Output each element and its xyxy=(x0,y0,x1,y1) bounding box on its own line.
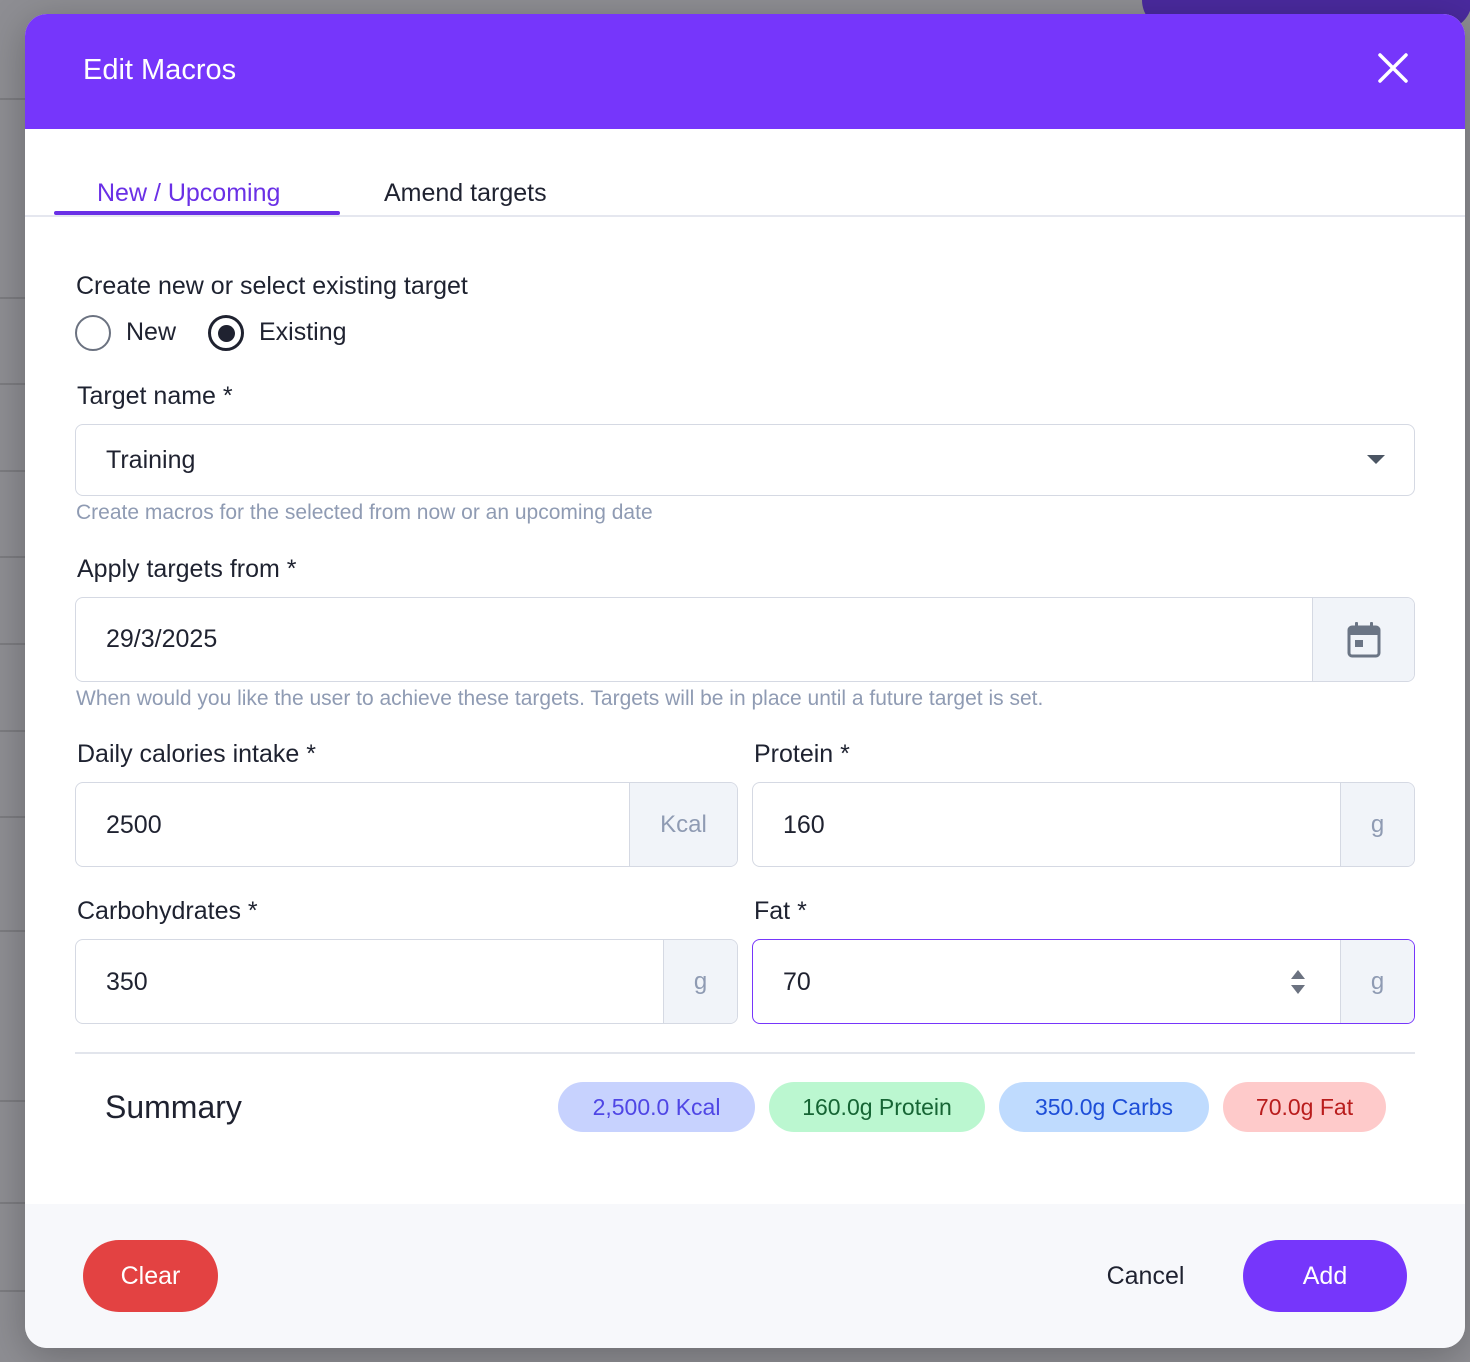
tab-bar: New / Upcoming Amend targets xyxy=(25,129,1465,217)
edit-macros-modal: Edit Macros New / Upcoming Amend targets… xyxy=(25,14,1465,1348)
modal-header: Edit Macros xyxy=(25,14,1465,129)
apply-from-value: 29/3/2025 xyxy=(106,625,218,653)
target-name-value: Training xyxy=(106,446,196,474)
active-tab-indicator xyxy=(54,211,340,215)
clear-button[interactable]: Clear xyxy=(83,1240,218,1312)
protein-summary-chip: 160.0g Protein xyxy=(769,1082,985,1132)
apply-from-date-input[interactable]: 29/3/2025 xyxy=(75,597,1415,682)
apply-from-label: Apply targets from * xyxy=(77,555,297,583)
protein-label: Protein * xyxy=(754,740,850,768)
carbs-unit: g xyxy=(663,940,737,1023)
calories-value: 2500 xyxy=(106,811,162,839)
fat-unit: g xyxy=(1340,940,1414,1023)
tab-amend-targets[interactable]: Amend targets xyxy=(384,179,547,208)
fat-label: Fat * xyxy=(754,897,807,925)
calories-unit: Kcal xyxy=(629,783,737,866)
radio-existing-label[interactable]: Existing xyxy=(259,318,347,347)
radio-existing[interactable] xyxy=(208,315,244,351)
protein-unit: g xyxy=(1340,783,1414,866)
fat-summary-chip: 70.0g Fat xyxy=(1223,1082,1386,1132)
date-picker-button[interactable] xyxy=(1312,598,1414,681)
carbs-input[interactable]: 350 g xyxy=(75,939,738,1024)
calories-input[interactable]: 2500 Kcal xyxy=(75,782,738,867)
close-button[interactable] xyxy=(1375,50,1411,86)
close-icon xyxy=(1378,53,1408,83)
target-name-helper: Create macros for the selected from now … xyxy=(76,501,653,524)
number-spinner-icon[interactable] xyxy=(1289,966,1307,998)
add-button[interactable]: Add xyxy=(1243,1240,1407,1312)
tab-new-upcoming[interactable]: New / Upcoming xyxy=(97,179,280,208)
calories-summary-chip: 2,500.0 Kcal xyxy=(558,1082,755,1132)
radio-new-label[interactable]: New xyxy=(126,318,176,347)
fat-value: 70 xyxy=(783,968,811,996)
calories-label: Daily calories intake * xyxy=(77,740,316,768)
modal-title: Edit Macros xyxy=(83,54,237,86)
carbs-value: 350 xyxy=(106,968,148,996)
chevron-down-icon xyxy=(1367,455,1385,464)
target-mode-label: Create new or select existing target xyxy=(76,272,468,300)
protein-input[interactable]: 160 g xyxy=(752,782,1415,867)
target-name-select[interactable]: Training xyxy=(75,424,1415,496)
fat-input[interactable]: 70 g xyxy=(752,939,1415,1024)
summary-divider xyxy=(75,1052,1415,1054)
apply-from-helper: When would you like the user to achieve … xyxy=(76,687,1044,710)
calendar-icon xyxy=(1347,621,1380,657)
carbs-summary-chip: 350.0g Carbs xyxy=(999,1082,1209,1132)
carbs-label: Carbohydrates * xyxy=(77,897,258,925)
cancel-button[interactable]: Cancel xyxy=(1083,1240,1208,1312)
target-name-label: Target name * xyxy=(77,382,233,410)
summary-title: Summary xyxy=(105,1089,242,1125)
protein-value: 160 xyxy=(783,811,825,839)
modal-footer: Clear Cancel Add xyxy=(25,1204,1465,1348)
radio-new[interactable] xyxy=(75,315,111,351)
